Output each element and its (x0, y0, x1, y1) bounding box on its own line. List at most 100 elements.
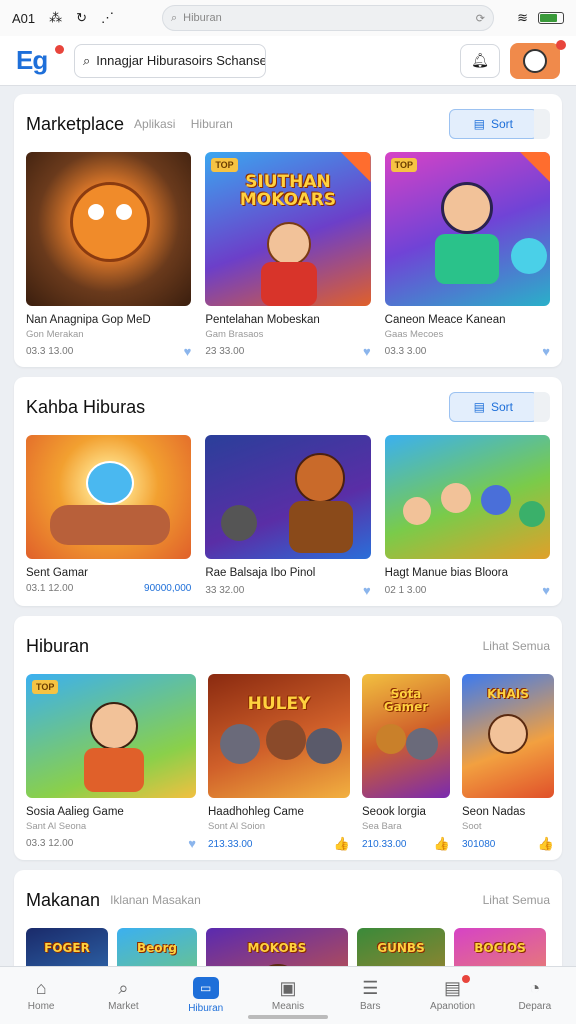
card-price: 210.33.00 (362, 838, 407, 850)
game-thumbnail: Sota Gamer (362, 674, 450, 798)
sim-icon: ⁂ (49, 10, 63, 25)
favorite-icon[interactable]: ♥ (188, 836, 196, 851)
favorite-icon[interactable]: ♥ (542, 583, 550, 598)
game-card[interactable]: HULEY Haadhohleg Came Sont Al Soion 213.… (208, 674, 350, 852)
card-title: Haadhohleg Came (208, 806, 304, 818)
home-indicator[interactable] (248, 1015, 328, 1019)
filter-link[interactable]: Hiburan (191, 117, 233, 131)
game-card[interactable]: Hagt Manue bias Bloora 02 1 3.00 ♥ (384, 435, 550, 598)
nav-item-apanotion[interactable]: ▤ Apanotion (411, 967, 493, 1024)
card-subtitle: Sont Al Soion (208, 821, 266, 832)
nav-label: Meanis (271, 1001, 305, 1012)
notification-bell-button[interactable]: 🔔︎ (460, 43, 500, 78)
filter-icon: ▤ (473, 400, 485, 414)
nav-item-hiburan[interactable]: ▭ Hiburan (165, 967, 247, 1024)
card-price: 301080 (462, 838, 496, 850)
notification-icon: ▤ (444, 978, 462, 998)
game-art-title: GUNBS (377, 941, 425, 955)
app-logo[interactable]: Eg (16, 45, 64, 76)
nav-item-home[interactable]: ⌂ Home (0, 967, 82, 1024)
game-card[interactable]: MOKOBS (206, 928, 348, 966)
sort-button[interactable]: ▤ Sort (448, 392, 538, 422)
avatar[interactable] (510, 39, 566, 79)
signal-icon: ⋰ (101, 10, 115, 25)
game-card[interactable]: Rae Balsaja Ibo Pinol 33 32.00 ♥ (205, 435, 371, 598)
menu-icon: ☰ (362, 978, 379, 998)
game-thumbnail: GUNBS (357, 928, 445, 966)
section-kahba-hiburas: Kahba Hiburas ▤ Sort Sent Gamar 03.1 12.… (14, 377, 562, 606)
game-card[interactable]: GUNBS (357, 928, 445, 966)
nav-item-bars[interactable]: ☰ Bars (329, 967, 411, 1024)
nav-label: Bars (360, 1001, 381, 1012)
section-subtitle: Aplikasi Hiburan (134, 117, 245, 131)
card-title: Seon Nadas (462, 806, 526, 818)
logo-badge (55, 45, 64, 54)
top-badge: TOP (32, 680, 59, 694)
reload-icon[interactable]: ⟳ (476, 12, 485, 25)
top-badge: TOP (390, 158, 417, 172)
game-thumbnail (205, 435, 371, 559)
favorite-icon[interactable]: ♥ (184, 344, 192, 359)
card-price: 02 1 3.00 (384, 585, 427, 596)
search-input[interactable]: ⌕ Innagjar Hiburasoirs Schanseitloada (74, 43, 266, 78)
nav-item-depara[interactable]: ◔ Depara (494, 967, 576, 1024)
game-thumbnail: FOGER (26, 928, 108, 966)
game-card[interactable]: TOP Sosia Aalieg Game Sant Al Seona 03.3… (26, 674, 196, 852)
home-icon: ⌂ (35, 978, 47, 998)
game-card[interactable]: KHAIS Seon Nadas Soot 301080 👍 (462, 674, 554, 852)
card-price: 03.3 12.00 (26, 838, 74, 849)
section-marketplace: Marketplace Aplikasi Hiburan ▤ Sort Nan … (14, 94, 562, 367)
card-subtitle: Gaas Mecoes (384, 329, 444, 340)
card-title: Caneon Meace Kanean (384, 314, 506, 326)
see-all-link[interactable]: Lihat Semua (483, 639, 550, 653)
sort-button[interactable]: ▤ Sort (448, 109, 538, 139)
game-art-title: BOCIOS (474, 941, 526, 955)
card-grid: FOGER Beorg MOKOBS GUNBS BOCIOS (26, 928, 550, 966)
search-text: Innagjar Hiburasoirs Schanseitloada (96, 53, 266, 68)
logo-text: Eg (16, 45, 48, 75)
like-icon[interactable]: 👍 (334, 836, 350, 852)
bell-icon: 🔔︎ (471, 52, 489, 68)
sort-button-label: Sort (490, 117, 513, 131)
favorite-icon[interactable]: ♥ (363, 344, 371, 359)
card-subtitle: Soot (462, 821, 482, 832)
filter-link[interactable]: Aplikasi (134, 117, 175, 131)
game-card[interactable]: FOGER (26, 928, 108, 966)
game-art-title: HULEY (247, 694, 311, 714)
sync-icon: ↻ (76, 10, 88, 25)
game-card[interactable]: TOP SIUTHAN MOKOARS Pentelahan Mobeskan … (205, 152, 371, 359)
see-all-link[interactable]: Lihat Semua (483, 893, 550, 907)
game-card[interactable]: Nan Anagnipa Gop MeD Gon Merakan 03.3 13… (26, 152, 192, 359)
like-icon[interactable]: 👍 (538, 836, 554, 852)
game-thumbnail: TOP (26, 674, 196, 798)
main-content[interactable]: Marketplace Aplikasi Hiburan ▤ Sort Nan … (0, 86, 576, 966)
search-icon: ⌕ (118, 978, 129, 998)
game-card[interactable]: Beorg (117, 928, 197, 966)
card-title: Nan Anagnipa Gop MeD (26, 314, 151, 326)
avatar-badge (556, 39, 566, 50)
like-icon[interactable]: 👍 (434, 836, 450, 852)
game-card[interactable]: Sota Gamer Seook lorgia Sea Bara 210.33.… (362, 674, 450, 852)
section-title: Makanan (26, 889, 101, 910)
section-subtitle-text: Iklanan Masakan (110, 893, 201, 907)
game-art-title: SIUTHAN MOKOARS (239, 172, 337, 210)
card-grid: Sent Gamar 03.1 12.00 90000,000 Rae Bals… (26, 435, 550, 598)
nav-item-market[interactable]: ⌕ Market (82, 967, 164, 1024)
card-title: Rae Balsaja Ibo Pinol (205, 567, 316, 579)
notification-badge (461, 975, 470, 983)
favorite-icon[interactable]: ♥ (542, 344, 550, 359)
address-bar[interactable]: ⌕ Hiburan ⟳ (162, 5, 494, 31)
box-icon: ▣ (279, 978, 297, 998)
game-thumbnail: MOKOBS (206, 928, 348, 966)
game-card[interactable]: Sent Gamar 03.1 12.00 90000,000 (26, 435, 192, 598)
game-art-title: KHAIS (487, 687, 529, 701)
status-bar: A01 ⁂ ↻ ⋰ ⌕ Hiburan ⟳ ≋ (0, 0, 576, 36)
favorite-icon[interactable]: ♥ (363, 583, 371, 598)
card-price: 03.3 13.00 (26, 346, 74, 357)
card-title: Sosia Aalieg Game (26, 806, 124, 818)
card-price: 03.1 12.00 (26, 583, 74, 594)
game-thumbnail: TOP (384, 152, 550, 306)
game-card[interactable]: BOCIOS (454, 928, 546, 966)
game-card[interactable]: TOP Caneon Meace Kanean Gaas Mecoes 03.3… (384, 152, 550, 359)
battery-fill (540, 14, 557, 22)
